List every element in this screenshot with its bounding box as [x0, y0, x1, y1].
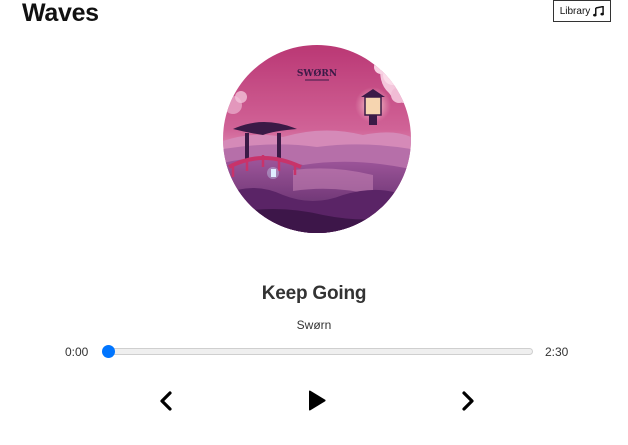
- cover-art-text: SWØRN: [297, 68, 337, 79]
- chevron-right-icon: [459, 390, 477, 412]
- song-title: Keep Going: [261, 283, 367, 304]
- song-artist: Swørn: [296, 318, 332, 332]
- play-button[interactable]: [303, 388, 329, 414]
- library-button[interactable]: Library: [553, 0, 611, 22]
- library-label: Library: [559, 5, 591, 17]
- music-player: Waves Library SWØRN Keep Going Swørn 0:0…: [0, 0, 628, 445]
- seek-slider[interactable]: [102, 345, 533, 358]
- total-time: 2:30: [545, 345, 569, 359]
- next-button[interactable]: [455, 388, 481, 414]
- music-note-icon: [593, 5, 605, 17]
- album-cover: SWØRN: [223, 45, 411, 233]
- current-time: 0:00: [65, 345, 89, 359]
- app-title: Waves: [22, 0, 99, 27]
- previous-button[interactable]: [153, 388, 179, 414]
- chevron-left-icon: [157, 390, 175, 412]
- seek-thumb[interactable]: [102, 345, 115, 358]
- play-icon: [305, 389, 327, 413]
